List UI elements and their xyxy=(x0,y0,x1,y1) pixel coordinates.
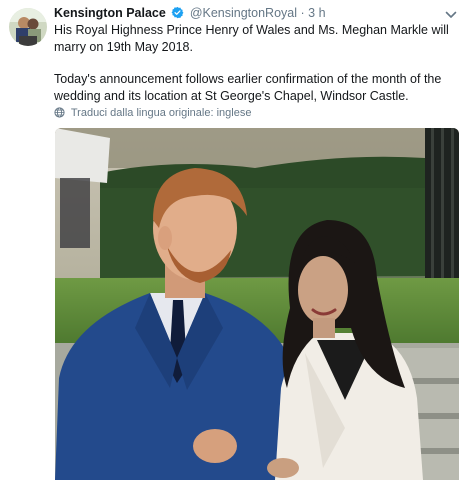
tweet-timestamp[interactable]: 3 h xyxy=(308,6,325,20)
translate-link[interactable]: Traduci dalla lingua originale: inglese xyxy=(54,107,251,119)
verified-badge-icon xyxy=(171,6,184,22)
tweet: Kensington Palace @KensingtonRoyal · 3 h… xyxy=(0,0,467,480)
tweet-text: His Royal Highness Prince Henry of Wales… xyxy=(54,22,454,104)
photo-image xyxy=(55,128,459,480)
tweet-paragraph: His Royal Highness Prince Henry of Wales… xyxy=(54,23,449,54)
separator-dot: · xyxy=(300,6,305,20)
avatar[interactable] xyxy=(9,8,47,46)
translate-label: Traduci dalla lingua originale: inglese xyxy=(70,107,252,119)
display-name[interactable]: Kensington Palace xyxy=(54,6,166,20)
user-handle[interactable]: @KensingtonRoyal xyxy=(190,6,297,20)
chevron-down-icon[interactable] xyxy=(445,7,457,18)
globe-icon xyxy=(54,107,71,119)
tweet-paragraph: Today's announcement follows earlier con… xyxy=(54,72,442,103)
tweet-photo[interactable] xyxy=(55,128,459,480)
